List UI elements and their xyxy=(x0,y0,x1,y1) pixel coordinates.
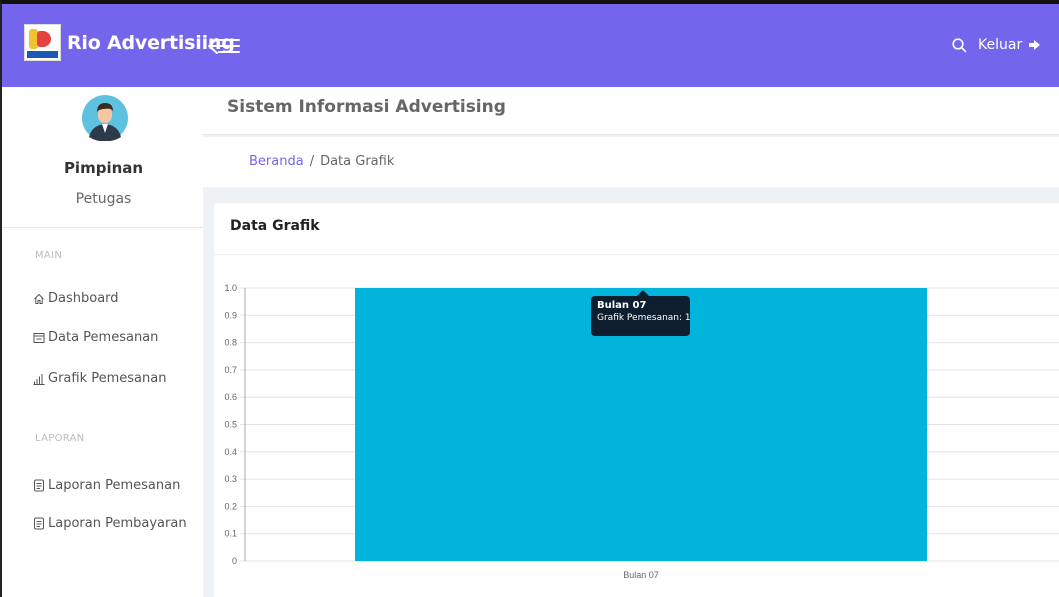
sidebar-item-grafik-pemesanan[interactable]: Grafik Pemesanan xyxy=(33,371,166,386)
y-tick-label: 0.6 xyxy=(224,392,237,402)
sidebar-item-label: Laporan Pemesanan xyxy=(48,478,181,493)
bar-chart-icon xyxy=(33,373,45,385)
section-label-main: MAIN xyxy=(35,250,63,261)
card-title: Data Grafik xyxy=(230,218,320,234)
page-title: Sistem Informasi Advertising xyxy=(227,97,506,117)
breadcrumb-home-link[interactable]: Beranda xyxy=(249,154,304,169)
y-tick-label: 0.7 xyxy=(224,365,237,375)
chart-card: Data Grafik 0 0.1 0.2 0.3 0.4 0.5 0.6 0.7 0.8 0.9… xyxy=(214,203,1059,597)
y-tick-label: 0.4 xyxy=(224,447,237,457)
menu-toggle-icon[interactable] xyxy=(207,36,241,56)
y-tick-label: 0.9 xyxy=(224,310,237,320)
chart-tooltip: Bulan 07 Grafik Pemesanan: 1 xyxy=(591,290,691,336)
logout-icon xyxy=(1029,40,1041,50)
section-label-laporan: LAPORAN xyxy=(35,433,85,444)
brand-logo xyxy=(24,24,61,61)
sidebar-item-laporan-pembayaran[interactable]: Laporan Pembayaran xyxy=(33,516,187,531)
y-tick-label: 1.0 xyxy=(224,283,237,293)
sidebar-item-label: Grafik Pemesanan xyxy=(48,371,167,386)
search-icon[interactable] xyxy=(952,38,967,53)
sidebar-item-laporan-pemesanan[interactable]: Laporan Pemesanan xyxy=(33,478,180,493)
sidebar-item-dashboard[interactable]: Dashboard xyxy=(33,291,119,306)
y-tick-label: 0.3 xyxy=(224,474,237,484)
card-header: Data Grafik xyxy=(214,203,1059,255)
y-tick-label: 0.1 xyxy=(224,529,237,539)
sidebar-item-label: Dashboard xyxy=(48,291,119,306)
y-tick-label: 0.5 xyxy=(224,420,237,430)
home-icon xyxy=(34,293,44,304)
breadcrumb-separator: / xyxy=(309,154,315,169)
breadcrumb-current: Data Grafik xyxy=(320,154,395,169)
document-icon xyxy=(34,479,44,492)
x-tick-label: Bulan 07 xyxy=(623,570,659,580)
sidebar-item-data-pemesanan[interactable]: Data Pemesanan xyxy=(33,330,158,345)
sidebar-divider xyxy=(2,227,203,228)
page-header: Sistem Informasi Advertising xyxy=(203,87,1059,135)
logout-button[interactable]: Keluar xyxy=(978,37,1041,53)
user-name: Pimpinan xyxy=(63,159,144,177)
y-tick-label: 0 xyxy=(232,556,237,566)
breadcrumb-bar: Beranda / Data Grafik xyxy=(203,137,1059,187)
y-tick-label: 0.8 xyxy=(224,338,237,348)
avatar xyxy=(82,95,128,141)
logout-label: Keluar xyxy=(978,37,1023,53)
brand[interactable]: Rio Advertisiing xyxy=(24,24,235,61)
top-navbar: Rio Advertisiing Keluar xyxy=(0,0,1059,87)
document-icon xyxy=(34,517,44,530)
tooltip-title: Bulan 07 xyxy=(597,300,647,311)
y-tick-label: 0.2 xyxy=(224,501,237,511)
sidebar-item-label: Laporan Pembayaran xyxy=(48,516,187,531)
tooltip-value: Grafik Pemesanan: 1 xyxy=(597,313,691,323)
breadcrumb: Beranda / Data Grafik xyxy=(249,154,394,169)
sidebar: Pimpinan Petugas MAIN Dashboard Data Pem… xyxy=(0,87,203,597)
sidebar-item-label: Data Pemesanan xyxy=(48,330,159,345)
table-icon xyxy=(33,332,45,343)
user-role: Petugas xyxy=(75,191,132,207)
